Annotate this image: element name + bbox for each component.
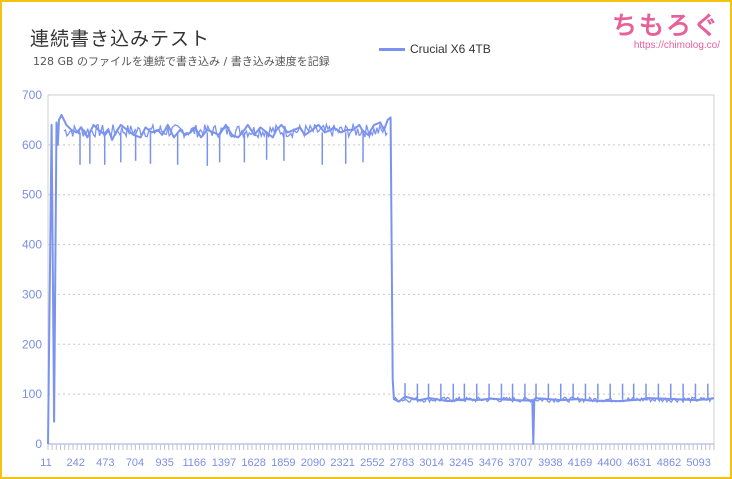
y-tick-label: 0 (35, 437, 42, 451)
line-chart: 0 100 200 300 400 500 600 700 11 242 473 704 935 1166… (22, 88, 715, 469)
x-tick-label: 3476 (479, 457, 503, 469)
x-tick-label: 473 (96, 457, 114, 469)
x-tick-label: 935 (155, 457, 173, 469)
x-tick-label: 1397 (212, 457, 236, 469)
x-tick-label: 3707 (508, 457, 532, 469)
x-tick-label: 1166 (183, 457, 207, 469)
x-tick-label: 704 (126, 457, 144, 469)
x-tick-label: 2783 (390, 457, 414, 469)
series-noise-high (63, 122, 388, 140)
x-tick-label: 3938 (538, 457, 562, 469)
y-tick-label: 600 (22, 138, 42, 152)
x-tick-label: 2321 (330, 457, 354, 469)
y-tick-label: 200 (22, 337, 42, 351)
x-tick-label: 3014 (419, 457, 443, 469)
x-tick-label: 2552 (360, 457, 384, 469)
plot-area (47, 94, 715, 445)
x-tick-label: 4169 (568, 457, 592, 469)
x-tick-label: 4631 (627, 457, 651, 469)
x-tick-label: 2090 (301, 457, 325, 469)
x-tick-label: 5093 (686, 457, 710, 469)
y-tick-label: 100 (22, 387, 42, 401)
y-tick-label: 400 (22, 238, 42, 252)
y-tick-label: 300 (22, 287, 42, 301)
x-tick-label: 4862 (657, 457, 681, 469)
x-tick-label: 3245 (449, 457, 473, 469)
x-tick-label: 242 (66, 457, 84, 469)
x-tick-label: 1628 (241, 457, 265, 469)
x-tick-label: 4400 (597, 457, 621, 469)
x-tick-label: 11 (40, 457, 51, 469)
y-tick-label: 500 (22, 188, 42, 202)
y-tick-label: 700 (22, 88, 42, 102)
x-tick-label: 1859 (271, 457, 295, 469)
